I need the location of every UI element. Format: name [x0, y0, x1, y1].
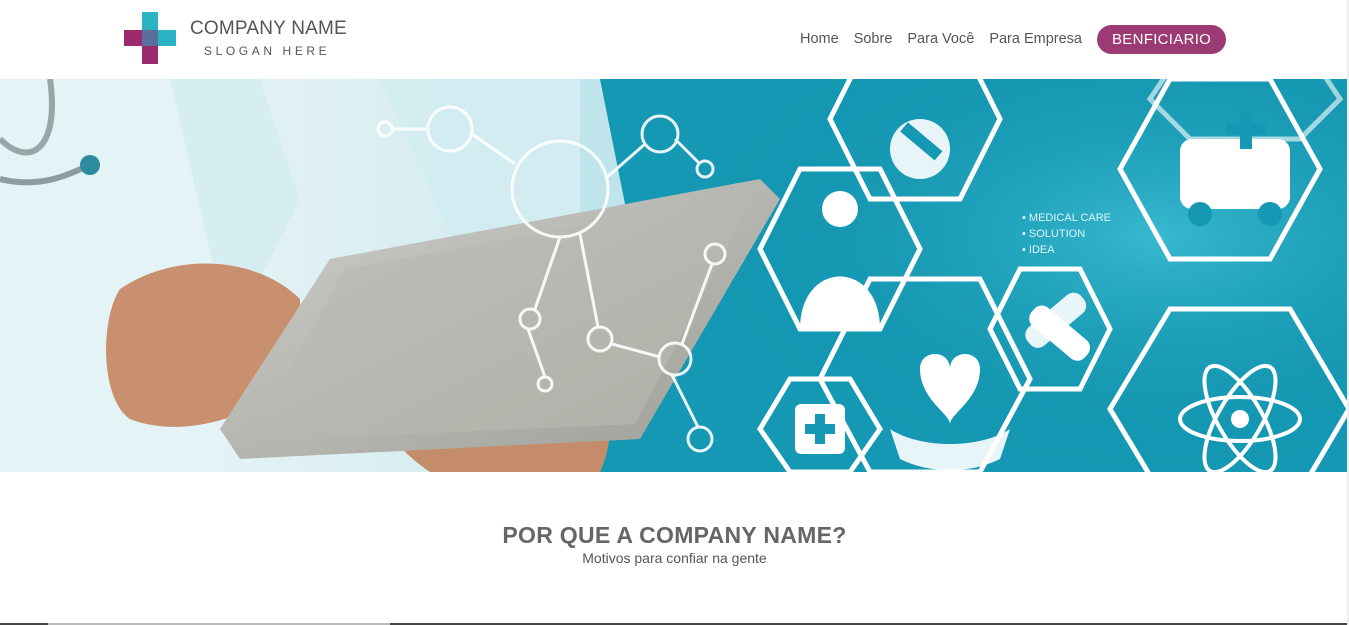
section-title: POR QUE A COMPANY NAME?	[502, 522, 847, 548]
logo-link[interactable]: COMPANY NAME SLOGAN HERE	[124, 12, 354, 64]
nav-item-home[interactable]: Home	[800, 31, 839, 47]
company-slogan: SLOGAN HERE	[204, 44, 331, 58]
nav-item-para-empresa[interactable]: Para Empresa	[989, 31, 1082, 47]
medical-technology-illustration: • MEDICAL CARE • SOLUTION • IDEA	[0, 79, 1349, 472]
medical-cross-logo-icon	[124, 12, 176, 64]
hero-banner: • MEDICAL CARE • SOLUTION • IDEA	[0, 79, 1349, 472]
section-subtitle: Motivos para confiar na gente	[582, 550, 767, 566]
company-name: COMPANY NAME	[190, 18, 347, 39]
nav-item-sobre[interactable]: Sobre	[854, 31, 893, 47]
nav-item-para-voce[interactable]: Para Você	[907, 31, 974, 47]
hero-text-medical-care: • MEDICAL CARE	[1022, 212, 1111, 224]
hero-text-solution: • SOLUTION	[1022, 228, 1085, 240]
beneficiario-button[interactable]: BENFICIARIO	[1097, 24, 1227, 54]
main-nav: Home Sobre Para Você Para Empresa BENFIC…	[800, 24, 1227, 54]
hero-text-idea: • IDEA	[1022, 244, 1055, 256]
site-header: COMPANY NAME SLOGAN HERE Home Sobre Para…	[0, 0, 1349, 79]
